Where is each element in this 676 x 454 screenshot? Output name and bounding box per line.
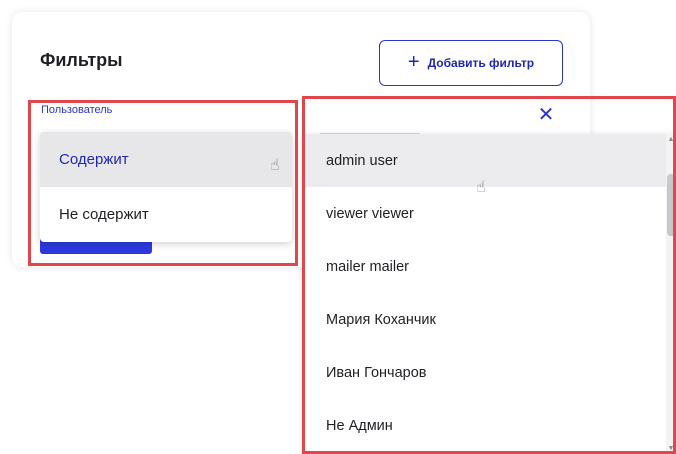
plus-icon: +: [407, 51, 420, 73]
operator-option-label: Содержит: [59, 151, 129, 168]
user-option-ivan[interactable]: Иван Гончаров: [305, 346, 676, 399]
user-option-label: Мария Коханчик: [326, 311, 436, 328]
operator-option-label: Не содержит: [59, 206, 149, 223]
user-option-label: viewer viewer: [326, 205, 414, 222]
scroll-up-arrow-icon[interactable]: ▲: [666, 136, 676, 143]
user-option-maria[interactable]: Мария Коханчик: [305, 293, 676, 346]
close-icon[interactable]: ✕: [536, 105, 556, 125]
operator-option-contains[interactable]: Содержит: [40, 132, 292, 187]
user-dropdown: admin user viewer viewer mailer mailer М…: [305, 134, 676, 454]
user-option-label: admin user: [326, 152, 398, 169]
user-list-scrollbar[interactable]: ▲ ▼: [666, 134, 676, 454]
scrollbar-thumb[interactable]: [667, 174, 675, 236]
filters-title: Фильтры: [40, 50, 123, 70]
hand-cursor-icon: ☝: [476, 179, 486, 196]
user-option-admin-user[interactable]: admin user: [305, 134, 676, 187]
add-filter-button[interactable]: + Добавить фильтр: [379, 40, 563, 86]
scroll-down-arrow-icon[interactable]: ▼: [666, 445, 676, 452]
user-option-mailer[interactable]: mailer mailer: [305, 240, 676, 293]
user-option-label: Не Админ: [326, 417, 393, 434]
user-option-label: mailer mailer: [326, 258, 409, 275]
user-field-label: Пользователь: [41, 104, 113, 116]
user-option-label: Иван Гончаров: [326, 364, 427, 381]
filter-screen: Фильтры + Добавить фильтр Пользователь С…: [0, 0, 676, 454]
add-filter-label: Добавить фильтр: [427, 56, 535, 70]
operator-option-not-contains[interactable]: Не содержит: [40, 187, 292, 242]
user-option-viewer[interactable]: viewer viewer: [305, 187, 676, 240]
operator-dropdown: Содержит Не содержит: [40, 132, 292, 242]
hand-cursor-icon: ☝: [270, 157, 280, 174]
user-option-ne-admin[interactable]: Не Админ: [305, 399, 676, 452]
